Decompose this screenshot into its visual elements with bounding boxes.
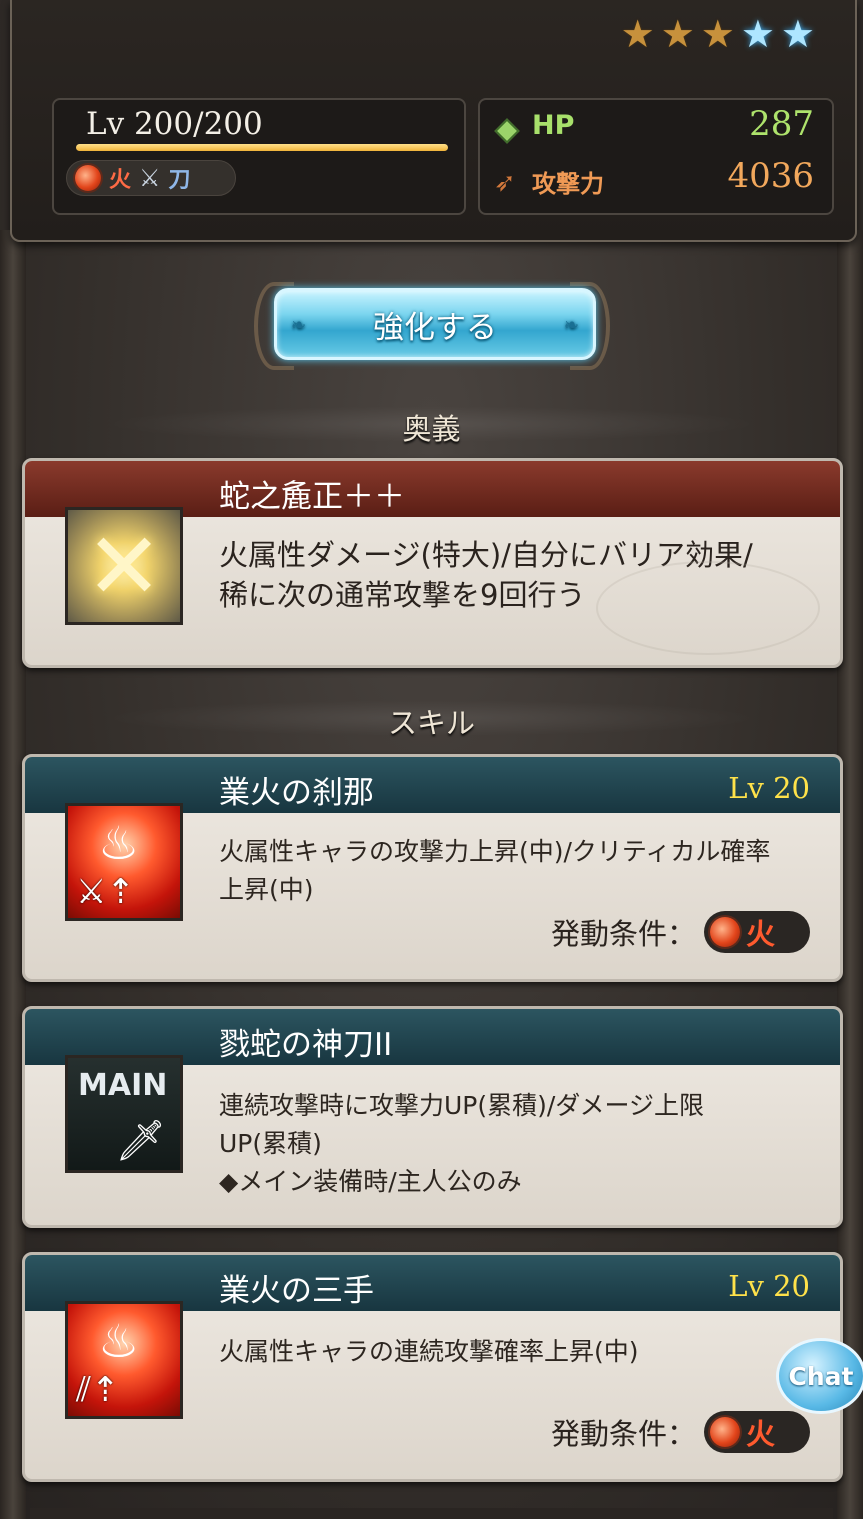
condition-element: 火 [746,917,776,951]
hp-diamond-icon [494,118,520,144]
rarity-stars: ★ ★ ★ ★ ★ [621,14,815,54]
skill-card[interactable]: 業火の三手 Lv 20 ♨ ⫽⇡ 火属性キャラの連続攻撃確率上昇(中) 発動条件… [22,1252,843,1482]
fire-element-icon [75,165,101,191]
skill-card[interactable]: 業火の刹那 Lv 20 ♨ ⚔⇡ 火属性キャラの攻撃力上昇(中)/クリティカル確… [22,754,843,982]
upgrade-button-wrap: ❧ 強化する ❧ [254,280,610,370]
stats-box: HP 287 ➶ 攻撃力 4036 [478,98,834,215]
flame-icon: ♨ [98,816,140,870]
attack-label: 攻撃力 [532,170,604,198]
ougi-card[interactable]: 蛇之麁正＋＋ ✕ 火属性ダメージ(特大)/自分にバリア効果/ 稀に次の通常攻撃を… [22,458,843,668]
level-text: Lv 200/200 [86,106,263,142]
condition-element-pill: 火 [704,1411,810,1453]
star-icon: ★ [780,12,815,56]
skill-section-title: スキル [100,700,763,740]
skill-condition: 発動条件： 火 [551,911,810,953]
skill-description: 連続攻撃時に攻撃力UP(累積)/ダメージ上限 UP(累積) ◆メイン装備時/主人… [219,1091,705,1196]
crossed-swords-icon: ✕ [65,507,183,625]
multiattack-up-icon: ⫽⇡ [76,1370,120,1410]
skill-name: 戮蛇の神刀II [219,1027,393,1063]
level-box: Lv 200/200 火 ⚔ 刀 [52,98,466,215]
star-icon: ★ [700,12,735,56]
star-icon: ★ [660,12,695,56]
fire-attack-skill-icon: ♨ ⚔⇡ [65,803,183,921]
sword-up-icon: ⚔⇡ [76,872,135,912]
type-tags: 火 ⚔ 刀 [66,160,236,196]
condition-label: 発動条件： [550,917,696,951]
flame-icon: ♨ [98,1314,140,1368]
weapon-status-panel: ★ ★ ★ ★ ★ Lv 200/200 火 ⚔ 刀 HP 287 ➶ 攻撃力 … [10,0,857,242]
sword-icon: 🗡 [115,1118,166,1164]
ougi-section-title: 奥義 [100,406,763,446]
element-tag: 火 [109,168,132,193]
star-icon: ★ [620,12,655,56]
chat-button[interactable]: Chat [776,1338,863,1414]
weapon-type-tag: 刀 [168,168,191,193]
bottom-strip [30,1508,833,1519]
ougi-name: 蛇之麁正＋＋ [219,479,405,515]
skill-level: Lv 20 [728,771,810,805]
ornament-icon: ❧ [563,315,579,336]
katana-icon: ⚔ [139,164,161,192]
ornament-icon: ❧ [291,315,307,336]
fire-element-icon [710,1417,740,1447]
skill-level: Lv 20 [728,1269,810,1303]
skill-name: 業火の三手 [219,1273,374,1309]
condition-label: 発動条件： [550,1417,696,1451]
skill-condition: 発動条件： 火 [551,1411,810,1453]
upgrade-button-label: 強化する [373,309,497,346]
skill-name: 業火の刹那 [219,775,374,811]
hp-value: 287 [749,104,814,144]
upgrade-button[interactable]: ❧ 強化する ❧ [274,288,596,360]
fire-element-icon [710,917,740,947]
chat-button-label: Chat [788,1361,854,1391]
decorative-swirl [596,561,820,655]
attack-value: 4036 [727,156,814,196]
fire-multiattack-skill-icon: ♨ ⫽⇡ [65,1301,183,1419]
attack-icon: ➶ [494,168,516,198]
skill-description: 火属性キャラの攻撃力上昇(中)/クリティカル確率 上昇(中) [219,837,771,904]
main-weapon-skill-icon: MAIN 🗡 [65,1055,183,1173]
star-icon: ★ [740,12,775,56]
hp-label: HP [532,110,575,141]
skill-card[interactable]: 戮蛇の神刀II MAIN 🗡 連続攻撃時に攻撃力UP(累積)/ダメージ上限 UP… [22,1006,843,1228]
condition-element: 火 [746,1417,776,1451]
main-icon-text: MAIN [78,1068,168,1103]
skill-description: 火属性キャラの連続攻撃確率上昇(中) [219,1337,639,1366]
level-bar [76,144,448,151]
condition-element-pill: 火 [704,911,810,953]
